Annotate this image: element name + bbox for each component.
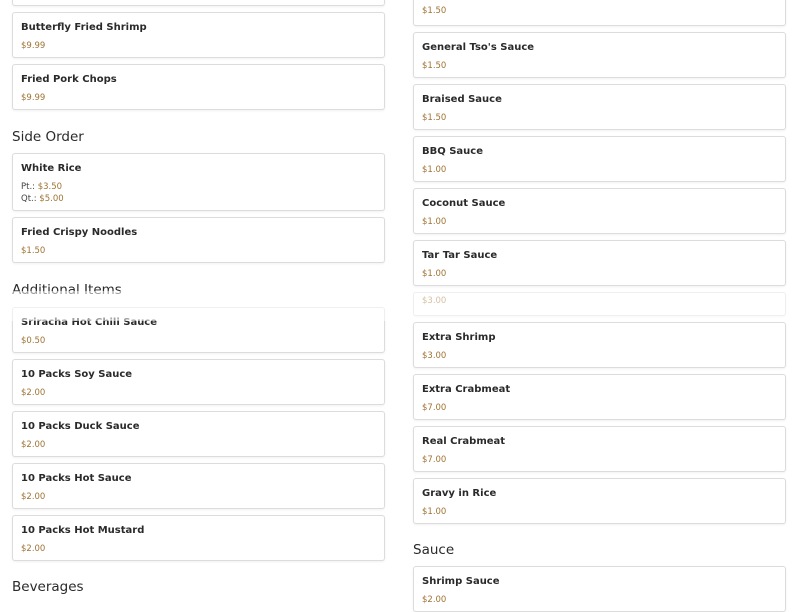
item-name: 10 Packs Duck Sauce (21, 421, 140, 432)
menu-item-card[interactable]: General Tso's Sauce $1.50 (413, 32, 786, 78)
item-name: White Rice (21, 163, 82, 174)
item-price: $3.00 (422, 351, 447, 361)
item-price: $9.99 (21, 93, 46, 103)
item-price-quart: Qt.: $5.00 (21, 194, 64, 204)
menu-item-card[interactable]: $3.00 (413, 292, 786, 316)
item-name: 10 Packs Soy Sauce (21, 369, 133, 380)
item-name: Braised Sauce (422, 94, 502, 105)
item-name: 10 Packs Hot Mustard (21, 525, 145, 536)
section-title-sauce: Sauce (413, 542, 455, 558)
quart-label: Qt.: (21, 194, 37, 204)
menu-item-card[interactable]: Shrimp Sauce $2.00 (413, 566, 786, 612)
item-name: Gravy in Rice (422, 488, 497, 499)
item-price: $1.50 (422, 113, 447, 123)
item-name: Real Crabmeat (422, 436, 506, 447)
item-price: $2.00 (21, 388, 46, 398)
item-price-pint: Pt.: $3.50 (21, 182, 62, 192)
item-name: General Tso's Sauce (422, 42, 535, 53)
item-name: Shrimp Sauce (422, 576, 500, 587)
item-price: $2.00 (21, 544, 46, 554)
item-name: 10 Packs Hot Sauce (21, 473, 132, 484)
item-price: $1.00 (422, 217, 447, 227)
item-price: $7.00 (422, 403, 447, 413)
item-price: $1.50 (422, 6, 447, 16)
menu-item-card[interactable]: Real Crabmeat $7.00 (413, 426, 786, 472)
menu-item-card[interactable]: 10 Packs Duck Sauce $2.00 (12, 411, 385, 457)
menu-item-card[interactable]: Tar Tar Sauce $1.00 (413, 240, 786, 286)
item-name: Coconut Sauce (422, 198, 506, 209)
menu-item-card[interactable]: 10 Packs Hot Mustard $2.00 (12, 515, 385, 561)
section-title-additional-items: Additional Items (12, 282, 122, 298)
section-title-side-order: Side Order (12, 129, 84, 145)
menu-item-card[interactable]: $1.50 (413, 0, 786, 26)
menu-item-card[interactable]: Extra Shrimp $3.00 (413, 322, 786, 368)
item-price: $1.50 (422, 61, 447, 71)
item-price: $1.50 (21, 246, 46, 256)
item-name: Fried Pork Chops (21, 74, 117, 85)
menu-item-card[interactable]: 10 Packs Soy Sauce $2.00 (12, 359, 385, 405)
menu-item-card[interactable]: Braised Sauce $1.50 (413, 84, 786, 130)
menu-item-card[interactable]: Sriracha Hot Chili Sauce $0.50 (12, 307, 385, 353)
item-price: $7.00 (422, 455, 447, 465)
menu-item-card[interactable] (12, 0, 385, 6)
menu-item-card[interactable]: Extra Crabmeat $7.00 (413, 374, 786, 420)
section-title-beverages: Beverages (12, 579, 84, 595)
item-price: $3.00 (422, 296, 447, 306)
menu-item-card[interactable]: Coconut Sauce $1.00 (413, 188, 786, 234)
menu-item-card[interactable]: White Rice Pt.: $3.50 Qt.: $5.00 (12, 153, 385, 211)
menu-item-card[interactable]: 10 Packs Hot Sauce $2.00 (12, 463, 385, 509)
item-price: $9.99 (21, 41, 46, 51)
item-name: Fried Crispy Noodles (21, 227, 138, 238)
item-price: $1.00 (422, 269, 447, 279)
menu-item-card[interactable]: Butterfly Fried Shrimp $9.99 (12, 12, 385, 58)
item-name: BBQ Sauce (422, 146, 484, 157)
item-price: $2.00 (21, 492, 46, 502)
item-name: Extra Shrimp (422, 332, 496, 343)
menu-item-card[interactable]: Fried Crispy Noodles $1.50 (12, 217, 385, 263)
pint-label: Pt.: (21, 182, 36, 192)
menu-item-card[interactable]: BBQ Sauce $1.00 (413, 136, 786, 182)
item-price: $2.00 (21, 440, 46, 450)
item-price: $1.00 (422, 165, 447, 175)
menu-item-card[interactable]: Gravy in Rice $1.00 (413, 478, 786, 524)
item-name: Extra Crabmeat (422, 384, 511, 395)
item-name: Butterfly Fried Shrimp (21, 22, 147, 33)
quart-price: $5.00 (39, 194, 64, 204)
pint-price: $3.50 (37, 182, 63, 192)
item-price: $2.00 (422, 595, 447, 605)
item-name: Sriracha Hot Chili Sauce (21, 317, 158, 328)
menu-item-card[interactable]: Fried Pork Chops $9.99 (12, 64, 385, 110)
item-price: $0.50 (21, 336, 46, 346)
item-price: $1.00 (422, 507, 447, 517)
item-name: Tar Tar Sauce (422, 250, 498, 261)
